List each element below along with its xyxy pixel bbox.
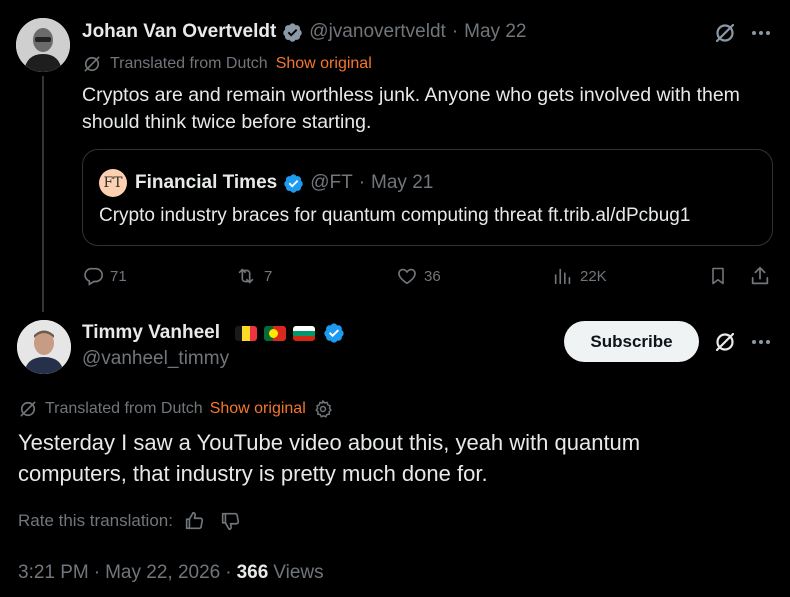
post-time[interactable]: 3:21 PM [18, 562, 89, 584]
quote-date: May 21 [371, 172, 434, 193]
separator: · [93, 562, 101, 583]
views-button[interactable]: 22K [552, 264, 607, 288]
reply-icon [84, 267, 103, 286]
repost-count: 7 [264, 267, 273, 285]
avatar-timmy[interactable] [17, 320, 71, 374]
reply-count: 71 [110, 267, 127, 285]
tweet-text: Cryptos are and remain worthless junk. A… [82, 84, 740, 133]
translated-label: Translated from Dutch [45, 400, 203, 417]
repost-button[interactable]: 7 [234, 264, 272, 288]
parent-header: Johan Van Overtveldt @jvanovertveldt · M… [82, 20, 526, 44]
bookmark-icon[interactable] [706, 264, 730, 288]
author-name[interactable]: Johan Van Overtveldt [82, 21, 276, 43]
verified-badge [283, 173, 304, 194]
separator: · [358, 172, 366, 193]
translation-notice: Translated from Dutch Show original [82, 53, 372, 75]
ft-logo: FT [99, 169, 127, 197]
post-date[interactable]: May 22, 2026 [105, 562, 220, 584]
author-name[interactable]: Timmy Vanheel [82, 322, 220, 344]
ft-logo-text: FT [103, 175, 123, 191]
verified-badge [323, 322, 345, 344]
more-icon[interactable] [746, 18, 776, 48]
avatar-johan[interactable] [16, 18, 70, 72]
share-icon[interactable] [748, 264, 772, 288]
translation-notice: Translated from Dutch Show original [18, 398, 333, 420]
tweet-date[interactable]: May 22 [464, 21, 526, 43]
reply-text: Yesterday I saw a YouTube video about th… [18, 430, 641, 486]
translated-label: Translated from Dutch [110, 55, 268, 72]
quote-header: FT Financial Times @FT · May 21 [99, 169, 434, 197]
separator: · [451, 21, 459, 42]
translate-icon [82, 54, 102, 74]
show-original-link[interactable]: Show original [210, 400, 306, 418]
author-handle[interactable]: @vanheel_timmy [82, 348, 229, 370]
subscribe-button[interactable]: Subscribe [564, 321, 699, 362]
repost-icon [238, 268, 254, 284]
views-count: 366 [236, 562, 269, 583]
separator: · [225, 562, 232, 583]
rate-translation: Rate this translation: [18, 509, 241, 533]
quote-tweet-card[interactable]: FT Financial Times @FT · May 21 Crypto i… [82, 149, 773, 246]
bulgaria-flag-icon [293, 325, 315, 341]
timestamp-row: 3:21 PM · May 22, 2026 · 366 Views [18, 561, 324, 585]
views-label: Views [273, 562, 324, 583]
thread-line [42, 76, 44, 312]
like-button[interactable]: 36 [396, 264, 441, 288]
portugal-flag-icon [264, 325, 286, 341]
reply-button[interactable]: 71 [82, 264, 127, 288]
grok-icon[interactable] [710, 18, 740, 48]
verified-badge [282, 22, 303, 43]
translate-icon [18, 399, 38, 419]
more-icon[interactable] [746, 327, 776, 357]
quote-handle: @FT [310, 172, 353, 193]
reply-header: Timmy Vanheel [82, 321, 345, 345]
settings-icon[interactable] [313, 399, 333, 419]
belgium-flag-icon [235, 325, 257, 341]
thumbs-up-icon[interactable] [183, 510, 205, 532]
author-handle[interactable]: @jvanovertveldt [309, 21, 446, 43]
thumbs-down-icon[interactable] [219, 510, 241, 532]
grok-icon[interactable] [710, 327, 740, 357]
rate-label: Rate this translation: [18, 511, 173, 530]
quote-author-name: Financial Times [135, 172, 278, 193]
show-original-link[interactable]: Show original [276, 55, 372, 73]
quote-text: Crypto industry braces for quantum compu… [99, 205, 691, 226]
views-icon [554, 268, 571, 285]
views-count: 22K [580, 267, 607, 285]
like-count: 36 [424, 267, 441, 285]
like-icon [398, 268, 416, 285]
